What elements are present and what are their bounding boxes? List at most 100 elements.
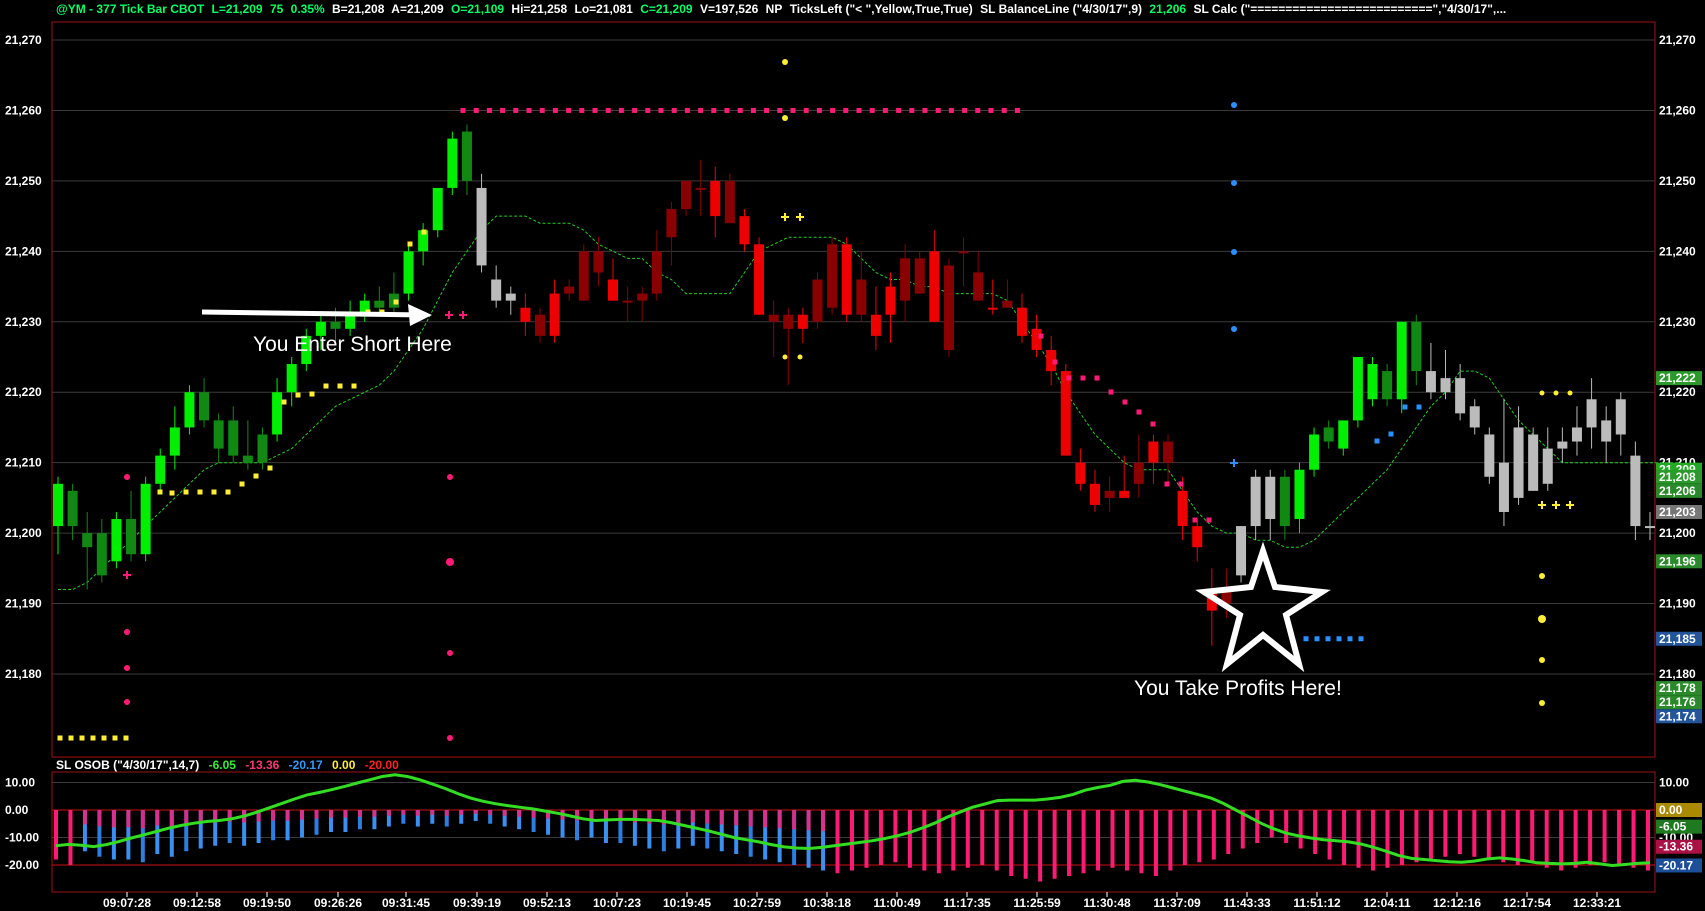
- osob-bar-cap: [184, 810, 189, 825]
- osob-bar-cap: [531, 810, 536, 818]
- chart-canvas[interactable]: 21,27021,26021,25021,24021,23021,22021,2…: [0, 0, 1705, 911]
- osob-bar-cap: [502, 810, 507, 816]
- pink-target-dot: [447, 474, 453, 480]
- pink-row-marker: [671, 107, 677, 113]
- osob-bar-cap: [473, 810, 478, 814]
- yellow-support-marker: [309, 391, 315, 397]
- last-price: L=21,209: [211, 2, 263, 16]
- pct-change: 0.35%: [290, 2, 325, 16]
- candle-body: [987, 307, 998, 310]
- osob-bar-cap: [126, 810, 131, 828]
- osob-bar: [1371, 810, 1376, 871]
- yellow-target-dot: [1539, 657, 1545, 663]
- osob-bar: [54, 810, 58, 860]
- candle-body: [520, 307, 531, 322]
- np-label: NP: [765, 2, 783, 16]
- osob-ytick-left: 0.00: [5, 803, 29, 817]
- pink-row-marker: [935, 107, 941, 113]
- candle-body: [1425, 371, 1436, 393]
- candle-body: [1542, 448, 1553, 484]
- candle-body: [812, 279, 823, 322]
- xtick-label: 10:07:23: [593, 896, 641, 910]
- yellow-row-marker: [112, 735, 118, 741]
- osob-bar: [907, 810, 912, 868]
- blue-target-dot: [1231, 180, 1237, 186]
- pink-row-marker: [869, 107, 875, 113]
- yellow-support-marker: [393, 299, 399, 305]
- candle-body: [1455, 378, 1466, 414]
- osob-bar: [1067, 810, 1072, 876]
- pink-row-marker: [790, 107, 796, 113]
- osob-ytick-left: -10.00: [5, 831, 39, 845]
- osob-bar: [1327, 810, 1332, 860]
- candle-body: [695, 187, 706, 190]
- xtick-label: 12:17:54: [1503, 896, 1551, 910]
- pink-row-marker: [460, 107, 466, 113]
- price-label-text: 21,208: [1659, 470, 1696, 484]
- price-label-text: 21,178: [1659, 681, 1696, 695]
- pink-target-dot: [124, 629, 130, 635]
- osob-bar-cap: [140, 810, 145, 829]
- candle-body: [1294, 469, 1305, 520]
- osob-label-text: -6.05: [1659, 820, 1687, 834]
- xtick-label: 11:30:48: [1083, 896, 1131, 910]
- candle-body: [1571, 427, 1582, 442]
- osob-bar: [1602, 810, 1607, 863]
- xtick-label: 09:19:50: [243, 896, 291, 910]
- candle-body: [1528, 434, 1539, 491]
- yellow-level-dot: [1567, 390, 1573, 396]
- yellow-target-dot: [782, 59, 788, 65]
- high: Hi=21,258: [511, 2, 568, 16]
- candle-body: [1645, 526, 1655, 529]
- blue-row-marker: [1336, 636, 1342, 642]
- blue-target-dot: [1231, 249, 1237, 255]
- osob-label-text: -13.36: [1659, 840, 1693, 854]
- osob-bar: [1457, 810, 1462, 854]
- candle-body: [199, 392, 210, 421]
- osob-bar: [1182, 810, 1187, 865]
- pink-target-dot: [124, 665, 130, 671]
- chart-header: @YM - 377 Tick Bar CBOT L=21,209 75 0.35…: [56, 2, 1510, 16]
- osob-bar: [1284, 810, 1289, 843]
- candle-body: [1089, 483, 1100, 505]
- osob-bar-cap: [372, 810, 377, 817]
- price-ytick-left: 21,250: [5, 174, 42, 188]
- osob-bar: [1559, 810, 1564, 871]
- pink-resistance-marker: [1164, 481, 1170, 487]
- osob-bar-cap: [763, 810, 768, 828]
- candle-body: [797, 314, 808, 329]
- price-ytick-left: 21,240: [5, 244, 42, 258]
- yellow-row-marker: [90, 735, 96, 741]
- pink-row-marker: [777, 107, 783, 113]
- candle-body: [958, 251, 969, 254]
- blue-row-marker: [1303, 636, 1309, 642]
- pink-row-marker: [909, 107, 915, 113]
- pink-row-marker: [552, 107, 558, 113]
- osob-bar: [1211, 810, 1216, 860]
- price-label-text: 21,196: [1659, 554, 1696, 568]
- yellow-support-marker: [253, 473, 259, 479]
- candle-body: [651, 251, 662, 294]
- candle-body: [578, 251, 589, 301]
- candle-body: [943, 265, 954, 350]
- osob-bar: [1501, 810, 1506, 863]
- candle-body: [1265, 476, 1276, 520]
- osob-value-2: -13.36: [245, 758, 280, 772]
- candle-body: [739, 216, 750, 245]
- candle-body: [96, 533, 107, 576]
- yellow-row-marker: [79, 735, 85, 741]
- pink-row-marker: [618, 107, 624, 113]
- yellow-row-marker: [57, 735, 63, 741]
- candle-body: [914, 258, 925, 294]
- yellow-support-marker: [407, 241, 413, 247]
- osob-bar: [1168, 810, 1173, 871]
- candle-body: [1411, 321, 1422, 372]
- pink-row-marker: [526, 107, 532, 113]
- osob-ytick-left: 10.00: [5, 776, 35, 790]
- pink-target-dot: [124, 474, 130, 480]
- osob-bar: [835, 810, 840, 874]
- price-label-text: 21,206: [1659, 484, 1696, 498]
- candle-body: [534, 314, 545, 336]
- blue-support-marker: [1388, 431, 1394, 437]
- pink-row-marker: [816, 107, 822, 113]
